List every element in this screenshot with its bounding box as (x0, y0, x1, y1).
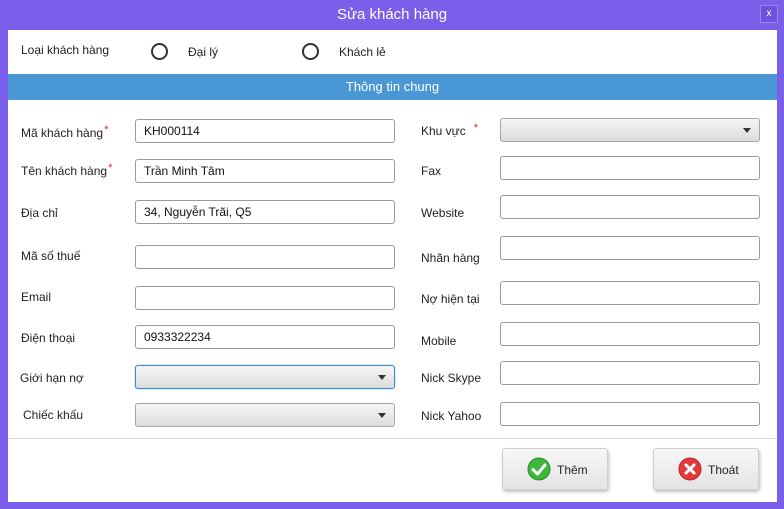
check-icon (527, 457, 551, 481)
address-label: Địa chỉ (21, 206, 58, 220)
radio-dai-ly-label[interactable]: Đại lý (188, 45, 218, 59)
discount-select[interactable] (135, 403, 395, 427)
address-input[interactable]: 34, Nguyễn Trãi, Q5 (135, 200, 395, 224)
website-input[interactable] (500, 195, 760, 219)
email-label: Email (21, 290, 52, 304)
customer-code-input[interactable]: KH000114 (135, 119, 395, 143)
window-title: Sửa khách hàng (336, 6, 448, 23)
phone-label: Điện thoại (21, 331, 76, 345)
skype-label: Nick Skype (421, 371, 482, 385)
chevron-down-icon (743, 128, 751, 133)
mobile-label: Mobile (421, 334, 457, 348)
tax-code-label: Mã số thuế (21, 249, 81, 263)
fax-label: Fax (421, 164, 442, 178)
chevron-down-icon (378, 413, 386, 418)
exit-button[interactable]: Thoát (653, 448, 759, 490)
customer-type-label: Loại khách hàng (21, 43, 110, 57)
website-label: Website (421, 206, 465, 220)
required-mark: * (473, 122, 478, 134)
region-label: Khu vực * (421, 122, 478, 138)
current-debt-label: Nợ hiện tại (421, 292, 480, 306)
radio-khach-le[interactable] (302, 43, 319, 60)
required-mark: * (108, 162, 113, 174)
skype-input[interactable] (500, 361, 760, 385)
current-debt-input[interactable] (500, 281, 760, 305)
exit-button-label: Thoát (708, 463, 739, 477)
customer-type-row: Loại khách hàng Đại lý Khách lẻ (8, 30, 777, 74)
region-select[interactable] (500, 118, 760, 142)
phone-input[interactable]: 0933322234 (135, 325, 395, 349)
section-header: Thông tin chung (8, 74, 777, 100)
add-button[interactable]: Thêm (502, 448, 608, 490)
dialog-body: Loại khách hàng Đại lý Khách lẻ Thông ti… (8, 30, 777, 502)
chevron-down-icon (378, 375, 386, 380)
yahoo-label: Nick Yahoo (421, 409, 482, 423)
debt-limit-label: Giới hạn nợ (20, 371, 84, 385)
tax-code-input[interactable] (135, 245, 395, 269)
customer-name-label: Tên khách hàng* (21, 162, 113, 178)
yahoo-input[interactable] (500, 402, 760, 426)
email-input[interactable] (135, 286, 395, 310)
required-mark: * (104, 124, 109, 136)
title-bar: Sửa khách hàng x (0, 0, 784, 30)
radio-dai-ly[interactable] (151, 43, 168, 60)
radio-khach-le-label[interactable]: Khách lẻ (339, 45, 386, 59)
mobile-input[interactable] (500, 322, 760, 346)
fax-input[interactable] (500, 156, 760, 180)
customer-name-input[interactable]: Trần Minh Tâm (135, 159, 395, 183)
footer-divider (8, 438, 777, 439)
close-button[interactable]: x (760, 5, 778, 23)
close-circle-icon (678, 457, 702, 481)
add-button-label: Thêm (557, 463, 588, 477)
customer-code-label: Mã khách hàng* (21, 124, 109, 140)
brand-label: Nhãn hàng (421, 251, 480, 265)
debt-limit-select[interactable] (135, 365, 395, 389)
discount-label: Chiếc khấu (23, 408, 84, 422)
brand-input[interactable] (500, 236, 760, 260)
